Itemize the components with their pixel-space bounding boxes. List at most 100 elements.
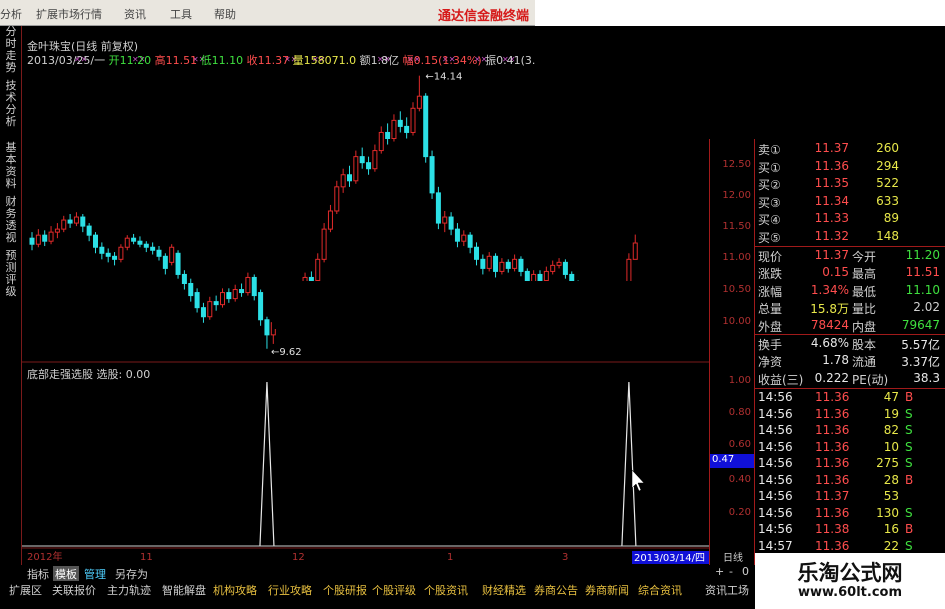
period-label[interactable]: 日线 [709, 549, 754, 564]
candle-body [258, 292, 264, 321]
divider [755, 388, 945, 389]
menu-extended-market[interactable]: 扩展市场行情 [36, 6, 102, 22]
signal-spike [621, 381, 637, 547]
tick-volume: 19 [883, 406, 899, 421]
tick-row[interactable]: 14:56 11.36 10 S [755, 440, 945, 457]
fundamentals-row[interactable]: 净资 1.78 流通 3.37亿 [755, 353, 945, 370]
tab-indicator[interactable]: 指标 [27, 566, 49, 582]
tab-save-as[interactable]: 另存为 [115, 566, 148, 582]
nav-item[interactable]: 券商新闻 [585, 582, 629, 598]
nav-item[interactable]: 券商公告 [534, 582, 578, 598]
zoom-out-button[interactable]: - [729, 565, 733, 578]
tick-volume: 53 [883, 489, 899, 503]
candle-body [429, 156, 435, 194]
tick-side: S [905, 423, 913, 437]
tick-row[interactable]: 14:56 11.37 53 [755, 489, 945, 506]
tab-template[interactable]: 模板 [53, 566, 79, 582]
tick-row[interactable]: 14:56 11.36 19 S [755, 407, 945, 424]
tab-manage[interactable]: 管理 [84, 566, 106, 582]
current-date-label: 2013/03/14/四 [634, 553, 705, 564]
stats-row[interactable]: 外盘 78424 内盘 79647 [755, 318, 945, 335]
order-book-row[interactable]: 买③ 11.34 633 [755, 194, 945, 211]
nav-item[interactable]: 资讯工场 [705, 582, 749, 598]
stat-label: 涨跌 [758, 267, 783, 282]
menu-info[interactable]: 资讯 [124, 6, 146, 22]
tick-row[interactable]: 14:56 11.36 47 B [755, 390, 945, 407]
tick-row[interactable]: 14:56 11.36 130 S [755, 506, 945, 523]
stats-row[interactable]: 涨幅 1.34% 最低 11.10 [755, 283, 945, 300]
order-label: 买③ [758, 195, 781, 210]
nav-item[interactable]: 主力轨迹 [107, 582, 151, 598]
nav-item[interactable]: 个股研报 [323, 582, 367, 598]
tab-forecast[interactable]: 预测评级 [3, 250, 19, 298]
blank-area [535, 26, 945, 139]
tick-row[interactable]: 14:56 11.36 82 S [755, 423, 945, 440]
candle-body [486, 255, 492, 269]
candle-body [213, 301, 219, 306]
tick-price: 11.38 [815, 522, 850, 536]
fund-value: 38.3 [913, 370, 940, 385]
candle-body [461, 234, 467, 242]
tick-price: 11.36 [815, 456, 850, 470]
menu-tools[interactable]: 工具 [170, 6, 192, 22]
stats-row[interactable]: 总量 15.8万 量比 2.02 [755, 300, 945, 317]
fundamentals-row[interactable]: 收益(三) 0.222 PE(动) 38.3 [755, 371, 945, 388]
candle-body [226, 292, 232, 300]
nav-item[interactable]: 关联报价 [52, 582, 96, 598]
candle-body [162, 255, 168, 269]
tab-financials[interactable]: 财务透视 [3, 196, 19, 244]
nav-item[interactable]: 综合资讯 [638, 582, 682, 598]
fundamentals-row[interactable]: 换手 4.68% 股本 5.57亿 [755, 336, 945, 353]
tick-side: S [905, 439, 913, 454]
candle-body [448, 216, 454, 230]
candle-body [550, 264, 556, 272]
nav-item[interactable]: 机构攻略 [213, 582, 257, 598]
tick-price: 11.37 [815, 489, 850, 503]
order-book-row[interactable]: 卖① 11.37 260 [755, 141, 945, 158]
tick-row[interactable]: 14:56 11.36 28 B [755, 473, 945, 490]
candle-body [264, 319, 270, 336]
tick-row[interactable]: 14:56 11.38 16 B [755, 522, 945, 539]
fund-value: 1.78 [822, 353, 849, 368]
stats-row[interactable]: 涨跌 0.15 最高 11.51 [755, 265, 945, 282]
candle-body [442, 216, 448, 224]
order-book-row[interactable]: 买① 11.36 294 [755, 159, 945, 176]
window-blank-area [535, 0, 945, 26]
stat-label: 外盘 [758, 319, 783, 334]
menu-help[interactable]: 帮助 [214, 6, 236, 22]
zoom-in-button[interactable]: + [715, 565, 724, 578]
menu-analysis[interactable]: 分析 [0, 6, 22, 22]
zoom-reset-button[interactable]: 0 [742, 565, 749, 578]
nav-item[interactable]: 个股评级 [372, 582, 416, 598]
candle-body [232, 289, 238, 300]
divider [755, 246, 945, 247]
tab-technical[interactable]: 技术分析 [3, 80, 19, 128]
logo-text: 乐淘公式网 [797, 560, 903, 585]
candle-body [245, 276, 251, 294]
stats-row[interactable]: 现价 11.37 今开 11.20 [755, 248, 945, 265]
nav-item[interactable]: 个股资讯 [424, 582, 468, 598]
tick-volume: 47 [883, 390, 899, 404]
candle-body [220, 292, 225, 306]
candle-body [632, 242, 638, 260]
candle-body [537, 273, 543, 281]
tick-side: B [905, 472, 914, 487]
date-tick-label: 2012年 [27, 550, 62, 563]
occlusion-box [272, 281, 677, 329]
tick-side: B [905, 522, 914, 536]
tick-time: 14:56 [758, 522, 793, 536]
order-book-row[interactable]: 买⑤ 11.32 148 [755, 229, 945, 246]
tab-fundamentals[interactable]: 基本资料 [3, 142, 19, 190]
nav-item[interactable]: 智能解盘 [162, 582, 206, 598]
indicator-tick-label: 0.80 [728, 407, 751, 418]
order-book-row[interactable]: 买② 11.35 522 [755, 176, 945, 193]
fund-value: 4.68% [810, 336, 849, 350]
tick-row[interactable]: 14:56 11.36 275 S [755, 456, 945, 473]
order-label: 买④ [758, 213, 781, 228]
tab-intraday[interactable]: 分时走势 [3, 26, 19, 74]
nav-item[interactable]: 扩展区 [9, 582, 42, 598]
nav-item[interactable]: 财经精选 [482, 582, 526, 598]
candle-body [86, 225, 92, 236]
nav-item[interactable]: 行业攻略 [268, 582, 312, 598]
order-book-row[interactable]: 买④ 11.33 89 [755, 211, 945, 228]
